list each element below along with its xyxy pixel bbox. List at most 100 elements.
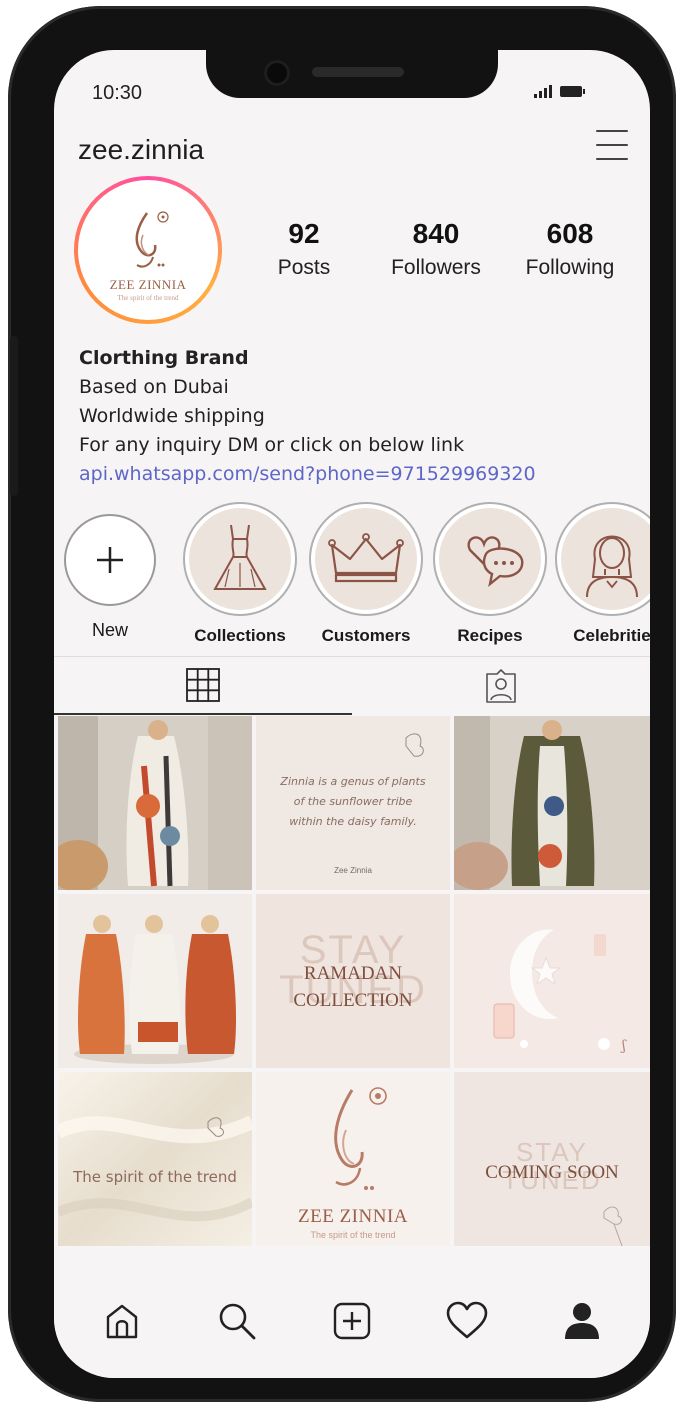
bio-line: Based on Dubai <box>79 376 229 398</box>
post-brand-logo[interactable]: ZEE ZINNIA The spirit of the trend <box>256 1072 450 1246</box>
nav-home[interactable] <box>97 1296 147 1346</box>
bio-link[interactable]: api.whatsapp.com/send?phone=971529969320 <box>79 460 639 489</box>
highlight-fill <box>315 508 417 610</box>
tagged-person-icon <box>486 669 516 703</box>
highlight-fill <box>189 508 291 610</box>
profile-tabs <box>54 656 650 715</box>
stat-label: Following <box>525 256 615 279</box>
nav-search[interactable] <box>212 1296 262 1346</box>
grid-icon <box>186 668 220 702</box>
stat-value: 608 <box>546 218 594 249</box>
app-screen: 10:30 zee.zinnia ZEE ZINNIA The spirit o… <box>54 50 650 1378</box>
highlight-new[interactable]: New <box>64 514 156 641</box>
quote-line: Zinnia is a genus of plants <box>280 775 426 788</box>
phone-frame: 10:30 zee.zinnia ZEE ZINNIA The spirit o… <box>8 6 676 1402</box>
nav-add-post[interactable] <box>327 1296 377 1346</box>
stat-value: 840 <box>412 218 460 249</box>
posts-grid: Zinnia is a genus of plants of the sunfl… <box>58 716 650 1246</box>
nav-activity[interactable] <box>442 1296 492 1346</box>
highlight-fill <box>439 508 541 610</box>
crown-icon <box>328 533 404 583</box>
hamburger-menu-icon[interactable] <box>596 130 628 160</box>
stat-posts[interactable]: 92 Posts <box>244 218 364 280</box>
avatar-brand-name: ZEE ZINNIA <box>109 276 187 292</box>
dress-icon <box>213 524 267 590</box>
quote-line: within the daisy family. <box>289 815 417 828</box>
tab-tagged[interactable] <box>352 657 650 715</box>
highlight-collections[interactable]: Collections <box>180 502 300 646</box>
stat-value: 92 <box>288 218 320 249</box>
highlight-label: Celebritie <box>573 626 650 645</box>
tagline-text: The spirit of the trend <box>73 1168 237 1186</box>
woman-portrait-icon <box>586 535 638 598</box>
stat-label: Followers <box>391 256 481 279</box>
announcement-text: RAMADAN COLLECTION <box>256 960 450 1014</box>
profile-avatar[interactable]: ZEE ZINNIA The spirit of the trend <box>74 176 222 324</box>
battery-icon <box>560 85 585 97</box>
announcement-line: COMING SOON <box>485 1162 619 1183</box>
earpiece-speaker <box>312 67 404 77</box>
highlight-circle <box>183 502 297 616</box>
highlight-customers[interactable]: Customers <box>306 502 426 646</box>
profile-bio: Clorthing Brand Based on Dubai Worldwide… <box>79 344 639 489</box>
status-time: 10:30 <box>92 82 143 104</box>
highlight-circle <box>433 502 547 616</box>
profile-icon <box>565 1303 600 1339</box>
home-icon <box>106 1304 137 1339</box>
highlight-circle <box>555 502 650 616</box>
post-zinnia-quote[interactable]: Zinnia is a genus of plants of the sunfl… <box>256 716 450 890</box>
logo-tagline: The spirit of the trend <box>310 1230 396 1240</box>
bottom-nav <box>54 1286 650 1378</box>
new-highlight-circle <box>64 514 156 606</box>
plus-icon <box>97 547 123 573</box>
quote-line: of the sunflower tribe <box>293 795 413 808</box>
side-button <box>10 336 18 496</box>
post-printed-kaftan-photo[interactable] <box>58 716 252 890</box>
post-image: ʃ <box>454 894 650 1068</box>
highlight-celebrities[interactable]: Celebritie <box>552 502 650 646</box>
quote-footer: Zee Zinnia <box>334 866 372 875</box>
stat-label: Posts <box>277 256 331 279</box>
stat-following[interactable]: 608 Following <box>510 218 630 280</box>
profile-username: zee.zinnia <box>78 134 205 165</box>
front-camera <box>264 60 290 86</box>
bio-line: For any inquiry DM or click on below lin… <box>79 434 465 456</box>
logo-brand-name: ZEE ZINNIA <box>298 1206 408 1227</box>
story-highlights: New Collections Customers Recipes Celebr… <box>54 502 650 650</box>
heart-chat-icon <box>467 536 524 587</box>
post-image <box>454 716 650 890</box>
post-three-models-photo[interactable] <box>58 894 252 1068</box>
post-spirit-of-trend[interactable]: The spirit of the trend <box>58 1072 252 1246</box>
post-crescent-moon-photo[interactable]: ʃ <box>454 894 650 1068</box>
highlight-label: New <box>91 620 128 640</box>
brand-logo-icon <box>135 210 169 268</box>
search-icon <box>219 1303 256 1340</box>
post-image <box>58 894 252 1068</box>
activity-heart-icon <box>446 1301 488 1339</box>
post-coming-soon[interactable]: STAY TUNED COMING SOON <box>454 1072 650 1246</box>
highlight-label: Collections <box>194 626 286 645</box>
quote-text: Zinnia is a genus of plants of the sunfl… <box>256 772 450 832</box>
post-ramadan-collection[interactable]: STAY TUNED RAMADAN COLLECTION <box>256 894 450 1068</box>
notch <box>206 50 498 98</box>
announcement-line: RAMADAN <box>303 963 403 984</box>
highlight-circle <box>309 502 423 616</box>
bio-title: Clorthing Brand <box>79 347 249 369</box>
highlight-label: Customers <box>321 626 411 645</box>
highlight-recipes[interactable]: Recipes <box>430 502 550 646</box>
post-image <box>58 716 252 890</box>
post-green-abaya-photo[interactable] <box>454 716 650 890</box>
avatar-logo: ZEE ZINNIA The spirit of the trend <box>78 180 218 320</box>
add-post-icon <box>333 1302 371 1340</box>
signal-icon <box>534 84 552 98</box>
status-icons <box>534 84 585 98</box>
avatar-tagline: The spirit of the trend <box>117 293 179 302</box>
highlight-label: Recipes <box>457 626 523 645</box>
nav-profile[interactable] <box>557 1296 607 1346</box>
highlight-fill <box>561 508 650 610</box>
post-image <box>58 1072 252 1246</box>
stat-followers[interactable]: 840 Followers <box>376 218 496 280</box>
announcement-line: COLLECTION <box>293 990 413 1011</box>
bio-line: Worldwide shipping <box>79 405 265 427</box>
tab-posts-grid[interactable] <box>54 657 352 715</box>
